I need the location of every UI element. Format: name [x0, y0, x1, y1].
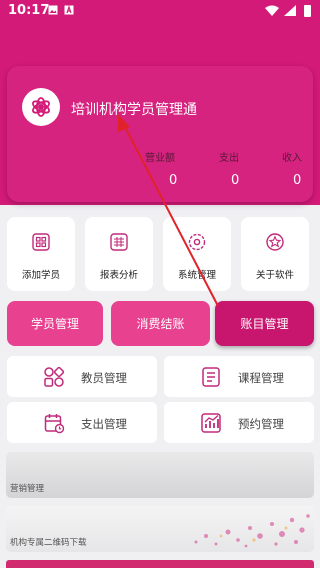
image-icon [48, 5, 58, 15]
stat-label-income: 收入 [282, 153, 302, 164]
course-management-button[interactable]: 课程管理 [164, 356, 314, 397]
marketing-banner[interactable]: 营销管理 [6, 452, 314, 498]
tile-label: 关于软件 [255, 270, 294, 281]
expense-management-button[interactable]: 支出管理 [7, 402, 157, 443]
chart-booking-icon [201, 413, 221, 433]
add-student-icon [32, 233, 50, 251]
tile-label: 添加学员 [21, 270, 60, 281]
status-time: 10:17 [8, 3, 50, 18]
tile-system[interactable]: 系统管理 [163, 217, 231, 291]
accounts-management-button[interactable]: 账目管理 [215, 301, 314, 346]
battery-icon [304, 5, 311, 17]
teacher-management-button[interactable]: 教员管理 [7, 356, 157, 397]
banner-label: 营销管理 [10, 484, 45, 494]
status-bar: 10:17 [0, 0, 320, 24]
tile-label: 系统管理 [177, 270, 216, 281]
star-icon [266, 233, 284, 251]
button-label: 支出管理 [81, 417, 127, 431]
tile-about[interactable]: 关于软件 [241, 217, 309, 291]
stat-label-revenue: 营业额 [145, 153, 175, 164]
calendar-expense-icon [44, 414, 65, 434]
qr-download-banner[interactable]: 机构专属二维码下载 [6, 506, 314, 552]
tile-label: 报表分析 [99, 270, 138, 281]
course-doc-icon [202, 367, 220, 387]
tile-add-student[interactable]: 添加学员 [7, 217, 75, 291]
gear-icon [188, 233, 206, 251]
status-right-icons [265, 5, 311, 17]
checkout-button[interactable]: 消费结账 [111, 301, 210, 346]
wifi-icon [265, 5, 279, 16]
a-font-icon [64, 5, 74, 15]
teacher-grid-icon [44, 366, 65, 387]
signal-icon [284, 5, 296, 16]
org-title: 培训机构学员管理通 [71, 102, 197, 118]
button-label: 课程管理 [238, 371, 284, 385]
report-icon [110, 233, 128, 251]
bottom-banner-edge [6, 560, 314, 568]
tile-report[interactable]: 报表分析 [85, 217, 153, 291]
button-label: 预约管理 [238, 417, 284, 431]
booking-management-button[interactable]: 预约管理 [164, 402, 314, 443]
summary-card: 培训机构学员管理通 营业额 支出 收入 0 0 0 [7, 66, 313, 202]
stat-label-expense: 支出 [219, 153, 239, 164]
button-label: 教员管理 [81, 371, 127, 385]
stat-value-revenue: 0 [169, 173, 178, 188]
stat-value-income: 0 [293, 173, 302, 188]
stat-value-expense: 0 [231, 173, 240, 188]
banner-label: 机构专属二维码下载 [10, 538, 87, 548]
flower-logo-icon [22, 88, 60, 126]
student-management-button[interactable]: 学员管理 [7, 301, 103, 346]
